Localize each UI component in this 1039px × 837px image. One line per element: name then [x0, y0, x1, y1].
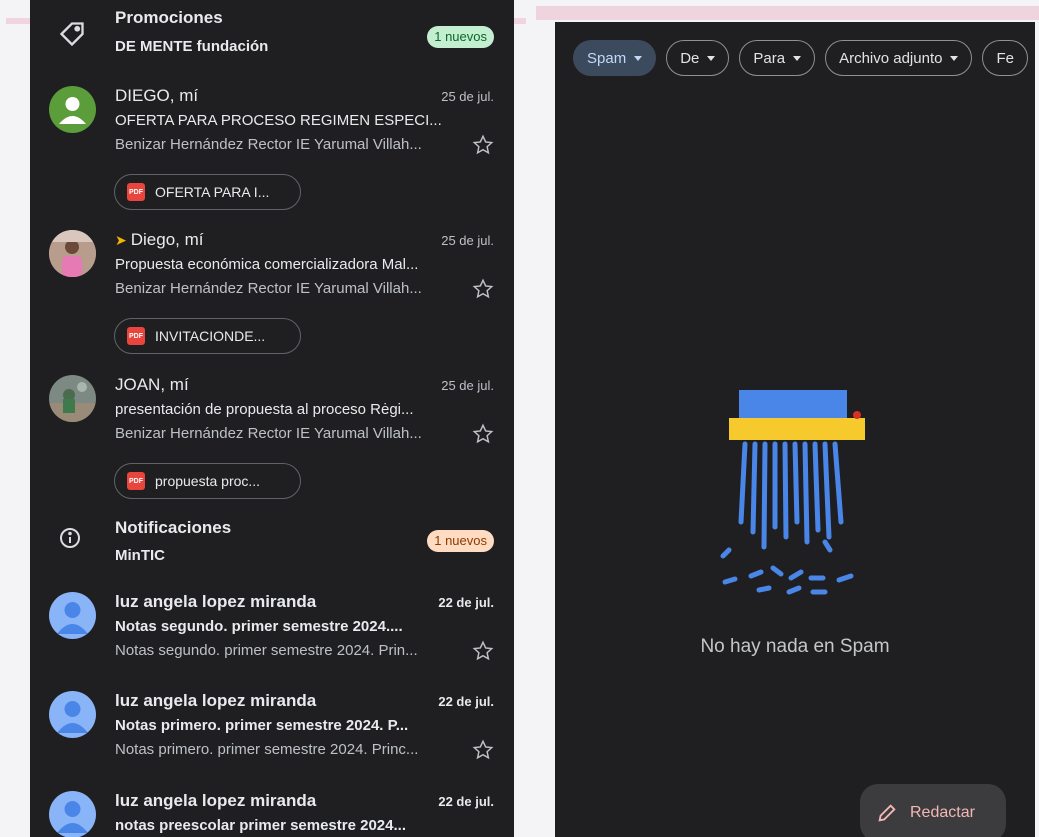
- mail-date: 25 de jul.: [441, 378, 494, 393]
- mail-item[interactable]: JOAN, mí 25 de jul. presentación de prop…: [30, 375, 514, 505]
- spam-folder-panel: Spam De Para Archivo adjunto Fe No hay n…: [555, 22, 1035, 837]
- new-count-badge: 1 nuevos: [427, 530, 494, 552]
- mail-subject: Propuesta económica comercializadora Mal…: [115, 256, 419, 273]
- mail-item[interactable]: DIEGO, mí 25 de jul. OFERTA PARA PROCESO…: [30, 86, 514, 216]
- mail-subject: presentación de propuesta al proceso Rėg…: [115, 401, 414, 418]
- mail-sender: ➤ Diego, mí: [115, 230, 204, 249]
- star-icon[interactable]: [472, 640, 494, 662]
- pdf-icon: PDF: [127, 327, 145, 345]
- mail-date: 22 de jul.: [438, 694, 494, 709]
- mail-snippet: Benizar Hernández Rector IE Yarumal Vill…: [115, 280, 422, 297]
- avatar: [49, 691, 96, 738]
- mail-date: 22 de jul.: [438, 794, 494, 809]
- category-title: Promociones: [115, 8, 223, 27]
- filter-chip-bar: Spam De Para Archivo adjunto Fe: [573, 40, 1028, 76]
- mail-date: 25 de jul.: [441, 233, 494, 248]
- pencil-icon: [878, 804, 896, 822]
- shredder-illustration: [720, 390, 865, 595]
- caret-down-icon: [793, 55, 802, 61]
- avatar: [49, 592, 96, 639]
- compose-label: Redactar: [910, 804, 975, 821]
- avatar: [49, 86, 96, 133]
- mail-item[interactable]: ➤ Diego, mí 25 de jul. Propuesta económic…: [30, 230, 514, 360]
- mail-sender: JOAN, mí: [115, 375, 189, 394]
- mail-snippet: Benizar Hernández Rector IE Yarumal Vill…: [115, 425, 422, 442]
- pdf-icon: PDF: [127, 183, 145, 201]
- category-sender: DE MENTE fundación: [115, 38, 269, 55]
- mail-item[interactable]: luz angela lopez miranda 22 de jul. nota…: [30, 791, 514, 837]
- star-icon[interactable]: [472, 278, 494, 300]
- mail-item[interactable]: luz angela lopez miranda 22 de jul. Nota…: [30, 592, 514, 682]
- empty-state-message: No hay nada en Spam: [700, 636, 890, 657]
- category-sender: MinTIC: [115, 547, 165, 564]
- category-title: Notificaciones: [115, 518, 232, 537]
- mail-sender: luz angela lopez miranda: [115, 791, 317, 810]
- mail-subject: Notas primero. primer semestre 2024. P..…: [115, 717, 409, 734]
- attachment-chip[interactable]: PDF OFERTA PARA I...: [114, 174, 301, 210]
- mail-date: 25 de jul.: [441, 89, 494, 104]
- attachment-chip[interactable]: PDF INVITACIONDE...: [114, 318, 301, 354]
- attachment-chip[interactable]: PDF propuesta proc...: [114, 463, 301, 499]
- attachment-name: OFERTA PARA I...: [155, 184, 270, 200]
- mail-subject: notas preescolar primer semestre 2024...: [115, 817, 406, 834]
- category-notifications[interactable]: Notificaciones MinTIC 1 nuevos: [30, 514, 514, 580]
- info-icon: [60, 528, 80, 548]
- important-marker-icon[interactable]: ➤: [115, 232, 127, 248]
- pdf-icon: PDF: [127, 472, 145, 490]
- mail-snippet: Benizar Hernández Rector IE Yarumal Vill…: [115, 136, 422, 153]
- background-strip: [536, 6, 1039, 20]
- attachment-name: INVITACIONDE...: [155, 328, 266, 344]
- star-icon[interactable]: [472, 134, 494, 156]
- category-promotions[interactable]: Promociones DE MENTE fundación 1 nuevos: [30, 0, 514, 70]
- new-count-badge: 1 nuevos: [427, 26, 494, 48]
- mail-date: 22 de jul.: [438, 595, 494, 610]
- filter-from[interactable]: De: [666, 40, 730, 76]
- inbox-list-panel: Promociones DE MENTE fundación 1 nuevos …: [30, 0, 514, 837]
- mail-sender: luz angela lopez miranda: [115, 592, 317, 611]
- mail-sender: luz angela lopez miranda: [115, 691, 317, 710]
- mail-item[interactable]: luz angela lopez miranda 22 de jul. Nota…: [30, 691, 514, 781]
- filter-attachment[interactable]: Archivo adjunto: [825, 40, 973, 76]
- star-icon[interactable]: [472, 739, 494, 761]
- mail-subject: OFERTA PARA PROCESO REGIMEN ESPECI...: [115, 112, 442, 129]
- filter-date[interactable]: Fe: [982, 40, 1028, 76]
- star-icon[interactable]: [472, 423, 494, 445]
- label-icon: [59, 22, 84, 47]
- avatar: [49, 791, 96, 837]
- mail-subject: Notas segundo. primer semestre 2024....: [115, 618, 403, 635]
- compose-button[interactable]: Redactar: [860, 784, 1006, 837]
- attachment-name: propuesta proc...: [155, 473, 261, 489]
- avatar: [49, 375, 96, 422]
- mail-snippet: Notas primero. primer semestre 2024. Pri…: [115, 741, 419, 758]
- mail-sender: DIEGO, mí: [115, 86, 199, 105]
- avatar: [49, 230, 96, 277]
- mail-snippet: Notas segundo. primer semestre 2024. Pri…: [115, 642, 418, 659]
- caret-down-icon: [707, 55, 716, 61]
- filter-to[interactable]: Para: [739, 40, 816, 76]
- caret-down-icon: [634, 55, 643, 61]
- filter-spam[interactable]: Spam: [573, 40, 657, 76]
- caret-down-icon: [950, 55, 959, 61]
